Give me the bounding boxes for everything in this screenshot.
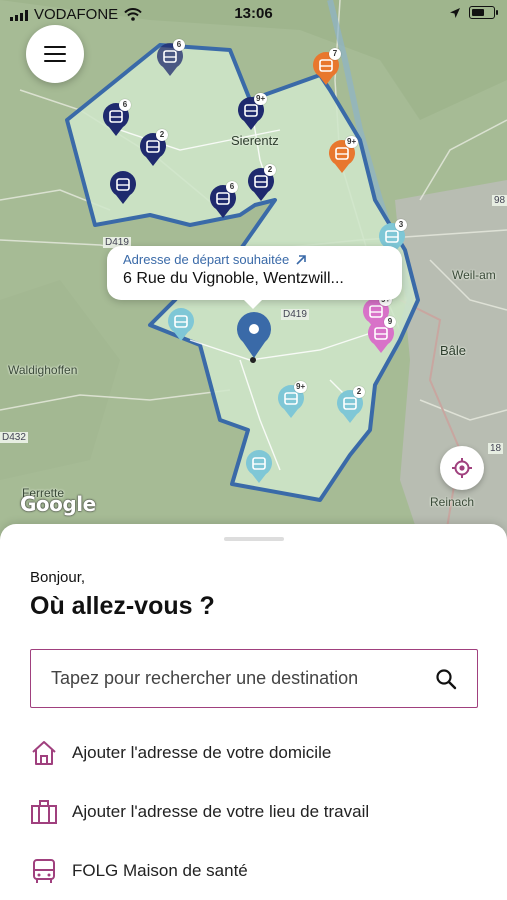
stop-count-badge: 2 bbox=[156, 129, 168, 141]
crosshair-icon bbox=[452, 458, 472, 478]
stop-count-badge: 3 bbox=[395, 219, 407, 231]
bus-stop-marker[interactable]: 2 bbox=[335, 386, 365, 429]
sheet-title: Où allez-vous ? bbox=[30, 592, 215, 620]
bus-stop-marker[interactable]: 6 bbox=[155, 39, 185, 82]
bus-stop-marker[interactable]: 9+ bbox=[276, 381, 308, 424]
stop-count-badge: 9+ bbox=[254, 93, 268, 105]
stop-count-badge: 6 bbox=[173, 39, 185, 51]
menu-button[interactable] bbox=[26, 25, 84, 83]
bus-stop-marker[interactable]: 9 bbox=[366, 316, 396, 359]
bus-stop-pin-icon bbox=[168, 308, 194, 341]
saved-place-label: FOLG Maison de santé bbox=[72, 861, 248, 880]
bus-stop-marker[interactable]: 7 bbox=[311, 48, 341, 91]
stop-count-badge: 2 bbox=[353, 386, 365, 398]
callout-address: 6 Rue du Vignoble, Wentzwill... bbox=[123, 270, 344, 287]
battery-icon bbox=[469, 6, 498, 19]
bus-stop-marker[interactable] bbox=[166, 308, 196, 347]
status-bar: VODAFONE 13:06 bbox=[0, 0, 507, 30]
home-icon bbox=[30, 739, 58, 767]
search-icon[interactable] bbox=[435, 668, 457, 690]
location-pin-icon bbox=[237, 312, 271, 358]
google-logo: Google bbox=[20, 492, 96, 516]
bus-stop-pin-icon bbox=[246, 450, 272, 483]
saved-place-item[interactable]: FOLG Maison de santé bbox=[30, 851, 478, 891]
add-home-address-label: Ajouter l'adresse de votre domicile bbox=[72, 743, 332, 762]
road-label: 98 bbox=[492, 195, 507, 206]
stop-count-badge: 2 bbox=[264, 164, 276, 176]
map-label-waldighoffen: Waldighoffen bbox=[8, 363, 78, 377]
callout-title-row: Adresse de départ souhaitée bbox=[123, 252, 386, 267]
stop-count-badge: 6 bbox=[226, 181, 238, 193]
briefcase-icon bbox=[30, 798, 58, 826]
add-home-address-item[interactable]: Ajouter l'adresse de votre domicile bbox=[30, 733, 478, 773]
road-label: D419 bbox=[281, 309, 309, 320]
departure-location-pin[interactable] bbox=[234, 312, 274, 365]
bus-stop-marker[interactable]: 9+ bbox=[327, 136, 359, 179]
bus-stop-marker[interactable] bbox=[244, 450, 274, 489]
recenter-location-button[interactable] bbox=[440, 446, 484, 490]
stop-count-badge: 9+ bbox=[294, 381, 308, 393]
map-label-reinach: Reinach bbox=[430, 495, 475, 509]
callout-title: Adresse de départ souhaitée bbox=[123, 252, 290, 267]
greeting-text: Bonjour, bbox=[30, 569, 86, 586]
battery-fill bbox=[471, 8, 484, 16]
stop-count-badge: 6 bbox=[119, 99, 131, 111]
hamburger-icon bbox=[44, 52, 66, 56]
stop-count-badge: 9+ bbox=[345, 136, 359, 148]
bottom-sheet[interactable]: Bonjour, Où allez-vous ? Ajouter l'adres… bbox=[0, 524, 507, 900]
stop-count-badge: 9 bbox=[384, 316, 396, 328]
bus-stop-marker[interactable]: 2 bbox=[138, 129, 168, 172]
add-work-address-label: Ajouter l'adresse de votre lieu de trava… bbox=[72, 802, 370, 821]
bus-stop-marker[interactable]: 2 bbox=[246, 164, 276, 207]
road-label: D432 bbox=[0, 432, 28, 443]
bus-stop-pin-icon bbox=[110, 171, 136, 204]
bus-stop-marker[interactable]: 6 bbox=[101, 99, 131, 142]
map-label-bale: Bâle bbox=[440, 343, 467, 358]
departure-address-callout[interactable]: Adresse de départ souhaitée 6 Rue du Vig… bbox=[107, 246, 402, 309]
location-arrow-icon bbox=[450, 7, 460, 18]
map-view[interactable]: Sierentz Waldighoffen Bâle Weil-am Reina… bbox=[0, 0, 507, 540]
bus-icon bbox=[30, 857, 58, 885]
add-work-address-item[interactable]: Ajouter l'adresse de votre lieu de trava… bbox=[30, 792, 478, 832]
destination-search-box[interactable] bbox=[30, 649, 478, 708]
destination-search-input[interactable] bbox=[51, 668, 435, 689]
clock: 13:06 bbox=[234, 5, 273, 22]
status-right bbox=[449, 6, 498, 19]
arrow-up-right-icon bbox=[296, 254, 307, 265]
sheet-drag-handle[interactable] bbox=[224, 537, 284, 541]
map-label-weil: Weil-am bbox=[452, 268, 496, 282]
bus-stop-marker[interactable] bbox=[108, 171, 138, 210]
road-label: 18 bbox=[488, 443, 504, 454]
bus-stop-marker[interactable]: 6 bbox=[208, 181, 238, 224]
bus-stop-marker[interactable]: 9+ bbox=[236, 93, 268, 136]
stop-count-badge: 7 bbox=[329, 48, 341, 60]
